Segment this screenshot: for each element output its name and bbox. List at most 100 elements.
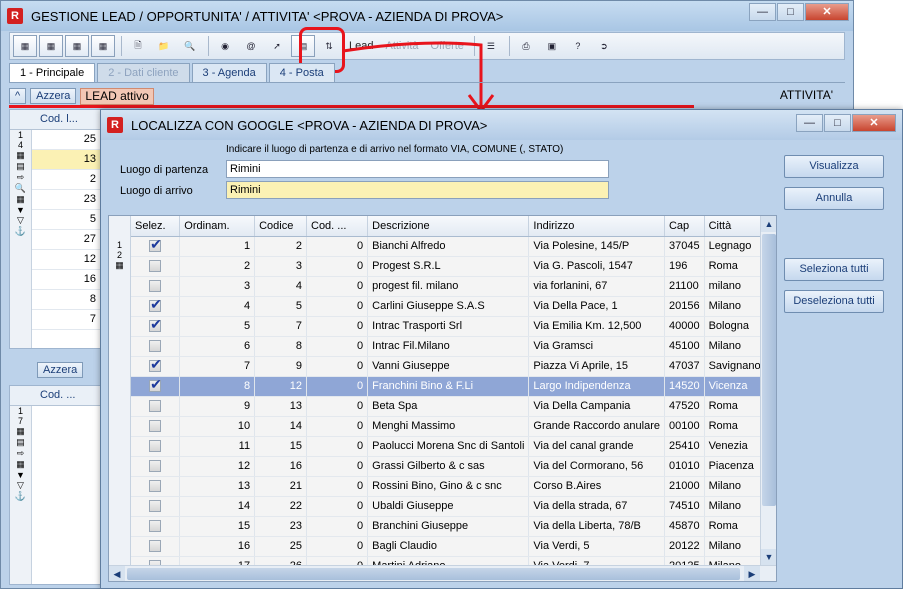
table-row[interactable]: 25 [32, 130, 100, 150]
maximize-button[interactable]: □ [777, 3, 804, 21]
table-row[interactable]: 5 [32, 210, 100, 230]
cell-cod2[interactable]: 0 [306, 336, 369, 357]
email-icon[interactable]: @ [239, 35, 263, 57]
cell-codice[interactable]: 23 [254, 516, 307, 537]
col-ordinam[interactable]: Ordinam. [179, 216, 256, 237]
filter-clear-icon[interactable]: ▽ [10, 215, 31, 226]
import-icon[interactable]: ⇨ [10, 172, 31, 183]
grid-lead-icon[interactable]: ▦ [13, 35, 37, 57]
cell-cap[interactable]: 00100 [664, 416, 705, 437]
cell-cod2[interactable]: 0 [306, 496, 369, 517]
cell-ordinam[interactable]: 5 [179, 316, 256, 337]
select-checkbox[interactable] [149, 440, 162, 453]
minimize-button[interactable]: — [749, 3, 776, 21]
table-row[interactable]: 11 15 0 Paolucci Morena Snc di Santoli Via d… [131, 436, 776, 457]
cell-codice[interactable]: 5 [254, 296, 307, 317]
table-row[interactable]: 15 23 0 Branchini Giuseppe Via della Liberta… [131, 516, 776, 537]
cell-cap[interactable]: 45870 [664, 516, 705, 537]
grid-opportunity-icon[interactable]: ▦ [39, 35, 63, 57]
grid-offer-icon[interactable]: ▦ [91, 35, 115, 57]
cell-indirizzo[interactable]: Via della Liberta, 78/B [528, 516, 665, 537]
table-row[interactable]: 12 16 0 Grassi Gilberto & c sas Via del Corm… [131, 456, 776, 477]
cell-descrizione[interactable]: Bianchi Alfredo [367, 236, 530, 257]
cell-descrizione[interactable]: progest fil. milano [367, 276, 530, 297]
import-icon[interactable]: ⇨ [10, 448, 31, 459]
activity-reset-button[interactable]: Azzera [37, 362, 84, 378]
cell-cap[interactable]: 196 [664, 256, 705, 277]
table-row[interactable]: 8 [32, 290, 100, 310]
cell-codice[interactable]: 9 [254, 356, 307, 377]
cell-codice[interactable]: 25 [254, 536, 307, 557]
table-row[interactable]: 2 3 0 Progest S.R.L Via G. Pascoli, 1547 196 R… [131, 256, 776, 277]
select-all-button[interactable]: Seleziona tutti [784, 258, 884, 281]
dialog-titlebar[interactable]: R LOCALIZZA CON GOOGLE <PROVA - AZIENDA … [101, 110, 902, 140]
tab-posta[interactable]: 4 - Posta [268, 63, 335, 82]
select-checkbox[interactable] [149, 280, 162, 293]
select-checkbox[interactable] [149, 520, 162, 533]
anchor-icon[interactable]: ⚓ [10, 491, 31, 502]
cell-indirizzo[interactable]: Via Polesine, 145/P [528, 236, 665, 257]
table-row[interactable]: 16 25 0 Bagli Claudio Via Verdi, 5 20122 Milan… [131, 536, 776, 557]
tab-dati-cliente[interactable]: 2 - Dati cliente [97, 63, 190, 82]
cell-cap[interactable]: 21000 [664, 476, 705, 497]
table-row[interactable]: 570Intrac Trasporti SrlVia Emilia Km. 12… [131, 316, 776, 337]
cell-ordinam[interactable]: 6 [179, 336, 256, 357]
deselect-all-button[interactable]: Deseleziona tutti [784, 290, 884, 313]
cell-ordinam[interactable]: 1 [179, 236, 256, 257]
table-row[interactable]: 12 [32, 250, 100, 270]
cell-cap[interactable]: 20122 [664, 536, 705, 557]
scroll-left-icon[interactable]: ◀ [109, 566, 125, 581]
scroll-down-icon[interactable]: ▼ [761, 549, 776, 565]
cell-ordinam[interactable]: 7 [179, 356, 256, 377]
select-checkbox[interactable] [149, 296, 162, 313]
select-checkbox[interactable] [149, 540, 162, 553]
select-checkbox[interactable] [149, 340, 162, 353]
cell-indirizzo[interactable]: Via Gramsci [528, 336, 665, 357]
folder-icon[interactable]: 📁 [152, 35, 176, 57]
cell-descrizione[interactable]: Vanni Giuseppe [367, 356, 530, 377]
cell-cod2[interactable]: 0 [306, 276, 369, 297]
col-descrizione[interactable]: Descrizione [367, 216, 530, 237]
wand-icon[interactable]: ➚ [265, 35, 289, 57]
cell-cod2[interactable]: 0 [306, 416, 369, 437]
select-checkbox[interactable] [149, 356, 162, 373]
cell-indirizzo[interactable]: Via del canal grande [528, 436, 665, 457]
cell-cod2[interactable]: 0 [306, 356, 369, 377]
cell-cod2[interactable]: 0 [306, 256, 369, 277]
cell-cap[interactable]: 40000 [664, 316, 705, 337]
dialog-maximize-button[interactable]: □ [824, 114, 851, 132]
cell-cap[interactable]: 21100 [664, 276, 705, 297]
cell-indirizzo[interactable]: Corso B.Aires [528, 476, 665, 497]
new-document-icon[interactable]: 🗎 [126, 35, 150, 57]
cell-indirizzo[interactable]: Grande Raccordo anulare [528, 416, 665, 437]
cell-codice[interactable]: 8 [254, 336, 307, 357]
cell-ordinam[interactable]: 10 [179, 416, 256, 437]
monitor-icon[interactable]: ▣ [540, 35, 564, 57]
select-checkbox[interactable] [149, 376, 162, 393]
dialog-close-button[interactable]: ✕ [852, 114, 896, 132]
cell-indirizzo[interactable]: Via del Cormorano, 56 [528, 456, 665, 477]
cell-indirizzo[interactable]: Via della strada, 67 [528, 496, 665, 517]
printer-icon[interactable]: ⎙ [514, 35, 538, 57]
cell-ordinam[interactable]: 14 [179, 496, 256, 517]
activity-grid-header[interactable]: Cod. ... [10, 386, 100, 406]
col-cod2[interactable]: Cod. ... [306, 216, 369, 237]
table-icon[interactable]: ▦ [10, 194, 31, 205]
cell-codice[interactable]: 16 [254, 456, 307, 477]
cell-indirizzo[interactable]: Via Emilia Km. 12,500 [528, 316, 665, 337]
table-row[interactable]: 2 [32, 170, 100, 190]
select-checkbox[interactable] [149, 316, 162, 333]
grid-icon[interactable]: ▦ [10, 426, 31, 437]
cell-cap[interactable]: 20156 [664, 296, 705, 317]
select-checkbox[interactable] [149, 480, 162, 493]
cell-indirizzo[interactable]: Via Della Pace, 1 [528, 296, 665, 317]
cell-ordinam[interactable]: 16 [179, 536, 256, 557]
horizontal-scroll-thumb[interactable] [127, 568, 740, 580]
select-checkbox[interactable] [149, 420, 162, 433]
cell-cap[interactable]: 47520 [664, 396, 705, 417]
table-row[interactable]: 6 8 0 Intrac Fil.Milano Via Gramsci 45100 Mila… [131, 336, 776, 357]
table-row[interactable]: 120Bianchi AlfredoVia Polesine, 145/P370… [131, 236, 776, 257]
cell-indirizzo[interactable]: Via Verdi, 5 [528, 536, 665, 557]
cell-codice[interactable]: 21 [254, 476, 307, 497]
cell-indirizzo[interactable]: Via Della Campania [528, 396, 665, 417]
